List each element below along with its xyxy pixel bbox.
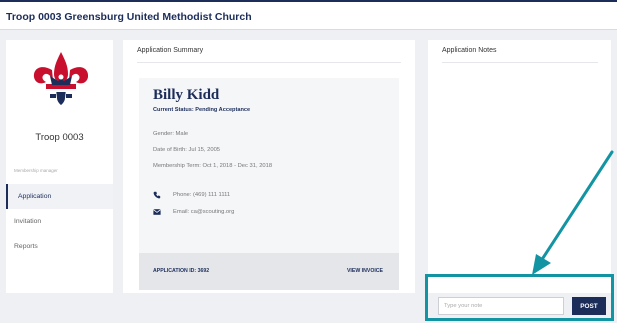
sidebar-item-label: Application xyxy=(18,193,52,200)
note-input[interactable] xyxy=(438,297,564,315)
sidebar-item-reports[interactable]: Reports xyxy=(6,234,113,259)
card-footer: APPLICATION ID: 3692 VIEW INVOICE xyxy=(139,253,399,290)
sidebar: Troop 0003 Membership manager Applicatio… xyxy=(6,40,113,293)
sidebar-item-application[interactable]: Application xyxy=(6,184,113,209)
nav-caption: Membership manager xyxy=(14,168,58,173)
applicant-name: Billy Kidd xyxy=(153,87,220,103)
status-text: Current Status: Pending Acceptance xyxy=(153,107,251,113)
divider xyxy=(442,62,598,63)
phone-row: Phone: (469) 111 1111 xyxy=(153,191,230,199)
dob-text: Date of Birth: Jul 15, 2005 xyxy=(153,147,221,153)
sidebar-item-invitation[interactable]: Invitation xyxy=(6,209,113,234)
email-row: Email: ca@scouting.org xyxy=(153,208,234,216)
sidebar-item-label: Invitation xyxy=(14,218,42,225)
view-invoice-link[interactable]: VIEW INVOICE xyxy=(347,268,383,274)
application-id: APPLICATION ID: 3692 xyxy=(153,268,210,274)
panel-title: Application Notes xyxy=(442,47,497,54)
sidebar-nav: Application Invitation Reports xyxy=(6,184,113,259)
phone-text: Phone: (469) 111 1111 xyxy=(173,192,231,198)
application-summary-panel: Application Summary Billy Kidd Current S… xyxy=(123,40,415,293)
sidebar-item-label: Reports xyxy=(14,243,38,250)
top-bar: Troop 0003 Greensburg United Methodist C… xyxy=(0,0,617,30)
panel-title: Application Summary xyxy=(137,47,204,54)
divider xyxy=(137,62,401,63)
applicant-card: Billy Kidd Current Status: Pending Accep… xyxy=(139,78,399,290)
email-text: Email: ca@scouting.org xyxy=(173,209,235,215)
membership-term-text: Membership Term: Oct 1, 2018 - Dec 31, 2… xyxy=(153,163,273,169)
troop-title: Troop 0003 Greensburg United Methodist C… xyxy=(6,11,252,23)
scouts-bsa-logo xyxy=(33,52,89,105)
post-button[interactable]: POST xyxy=(572,297,606,315)
troop-name: Troop 0003 xyxy=(35,132,84,143)
phone-icon xyxy=(153,191,163,199)
gender-text: Gender: Male xyxy=(153,131,189,137)
application-notes-panel: Application Notes xyxy=(428,40,611,293)
mail-icon xyxy=(153,208,163,216)
